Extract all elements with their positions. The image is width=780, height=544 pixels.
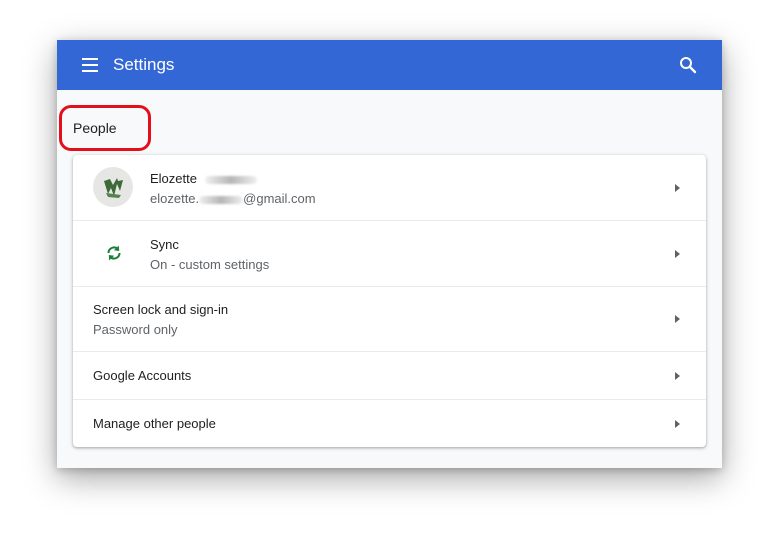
google-accounts-row[interactable]: Google Accounts	[73, 352, 706, 400]
page-title: Settings	[113, 55, 175, 74]
settings-toolbar: Settings	[57, 40, 722, 90]
avatar	[93, 167, 133, 207]
people-card: Elozette elozette. @gmail.com Sync On - c…	[73, 155, 706, 447]
account-email-prefix: elozette.	[150, 191, 200, 206]
manage-other-people-label: Manage other people	[93, 416, 216, 431]
screen-lock-row[interactable]: Screen lock and sign-in Password only	[73, 287, 706, 352]
chevron-right-icon	[675, 420, 680, 428]
manage-other-people-row[interactable]: Manage other people	[73, 400, 706, 447]
account-email-suffix: @gmail.com	[243, 191, 316, 206]
settings-window: Settings People Elozette elozette. @gmai…	[57, 40, 722, 468]
sync-icon	[105, 244, 123, 262]
section-title-people: People	[73, 120, 117, 136]
screen-lock-status: Password only	[93, 322, 178, 337]
chevron-right-icon	[675, 184, 680, 192]
chevron-right-icon	[675, 250, 680, 258]
google-accounts-label: Google Accounts	[93, 368, 192, 383]
chevron-right-icon	[675, 315, 680, 323]
screen-lock-label: Screen lock and sign-in	[93, 302, 229, 317]
chevron-right-icon	[675, 372, 680, 380]
sync-label: Sync	[150, 237, 179, 252]
menu-icon[interactable]	[79, 55, 101, 75]
sync-status: On - custom settings	[150, 257, 270, 272]
account-name: Elozette	[150, 171, 197, 186]
sync-row[interactable]: Sync On - custom settings	[73, 221, 706, 287]
account-row[interactable]: Elozette elozette. @gmail.com	[73, 155, 706, 221]
search-icon[interactable]	[676, 53, 700, 77]
